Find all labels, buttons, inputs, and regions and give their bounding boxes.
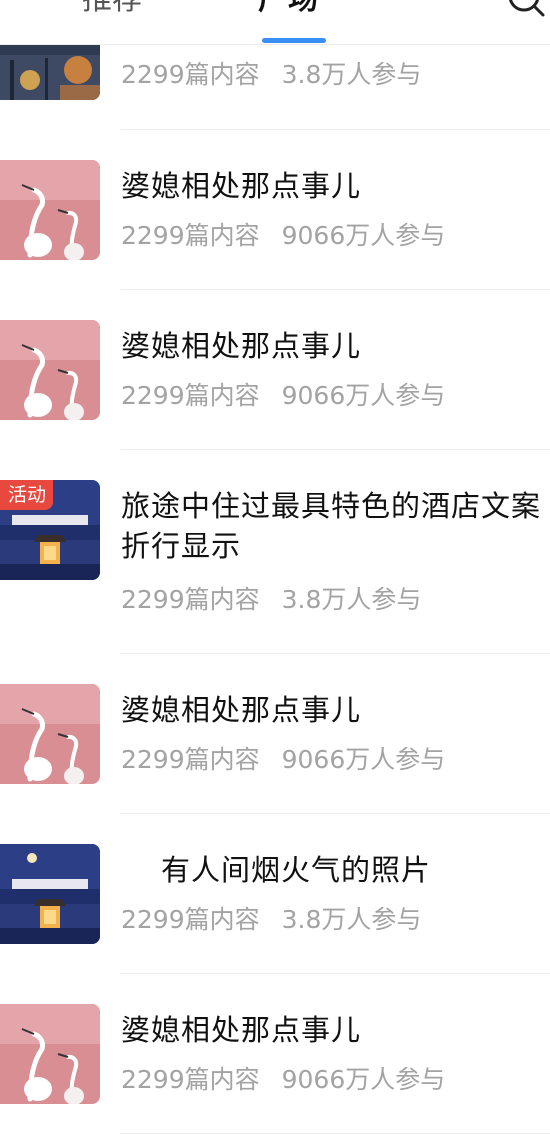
divider <box>121 129 550 130</box>
content-count: 2299篇内容 <box>121 585 260 614</box>
topic-meta: 2299篇内容 9066万人参与 <box>121 379 445 413</box>
divider <box>121 653 550 654</box>
participant-count: 9066万人参与 <box>281 1065 446 1094</box>
tab-recommend[interactable]: 推荐 <box>82 0 142 20</box>
topic-title: 婆媳相处那点事儿 <box>121 169 362 203</box>
top-tab-bar: 推荐 广场 <box>0 0 550 45</box>
participant-count: 3.8万人参与 <box>281 905 422 934</box>
content-count: 2299篇内容 <box>121 745 260 774</box>
participant-count: 9066万人参与 <box>281 381 446 410</box>
content-count: 2299篇内容 <box>121 905 260 934</box>
topic-thumbnail <box>0 320 100 420</box>
topic-thumbnail <box>0 1004 100 1104</box>
divider <box>121 1133 550 1134</box>
content-count: 2299篇内容 <box>121 1065 260 1094</box>
content-count: 2299篇内容 <box>121 60 260 89</box>
divider <box>121 973 550 974</box>
topic-title: 婆媳相处那点事儿 <box>121 1013 362 1047</box>
participant-count: 9066万人参与 <box>281 745 446 774</box>
topic-title: 婆媳相处那点事儿 <box>121 693 362 727</box>
participant-count: 9066万人参与 <box>281 221 446 250</box>
topic-thumbnail: 活动 <box>0 480 100 580</box>
search-icon[interactable] <box>506 0 546 18</box>
divider <box>121 813 550 814</box>
active-tab-indicator <box>262 38 326 43</box>
content-count: 2299篇内容 <box>121 221 260 250</box>
topic-meta: 2299篇内容 3.8万人参与 <box>121 58 421 92</box>
topic-meta: 2299篇内容 3.8万人参与 <box>121 583 421 617</box>
topic-title: 有人间烟火气的照片 <box>161 853 432 887</box>
participant-count: 3.8万人参与 <box>281 585 422 614</box>
topic-title: 婆媳相处那点事儿 <box>121 329 362 363</box>
divider <box>121 289 550 290</box>
activity-badge: 活动 <box>0 480 54 510</box>
topic-title: 旅途中住过最具特色的酒店文案折行显示 <box>121 489 542 563</box>
topic-meta: 2299篇内容 3.8万人参与 <box>121 903 421 937</box>
topic-thumbnail <box>0 844 100 944</box>
participant-count: 3.8万人参与 <box>281 60 422 89</box>
topic-thumbnail <box>0 160 100 260</box>
topic-thumbnail <box>0 684 100 784</box>
tab-square[interactable]: 广场 <box>258 0 318 20</box>
topic-meta: 2299篇内容 9066万人参与 <box>121 743 445 777</box>
topic-meta: 2299篇内容 9066万人参与 <box>121 219 445 253</box>
topic-meta: 2299篇内容 9066万人参与 <box>121 1063 445 1097</box>
divider <box>121 449 550 450</box>
content-count: 2299篇内容 <box>121 381 260 410</box>
